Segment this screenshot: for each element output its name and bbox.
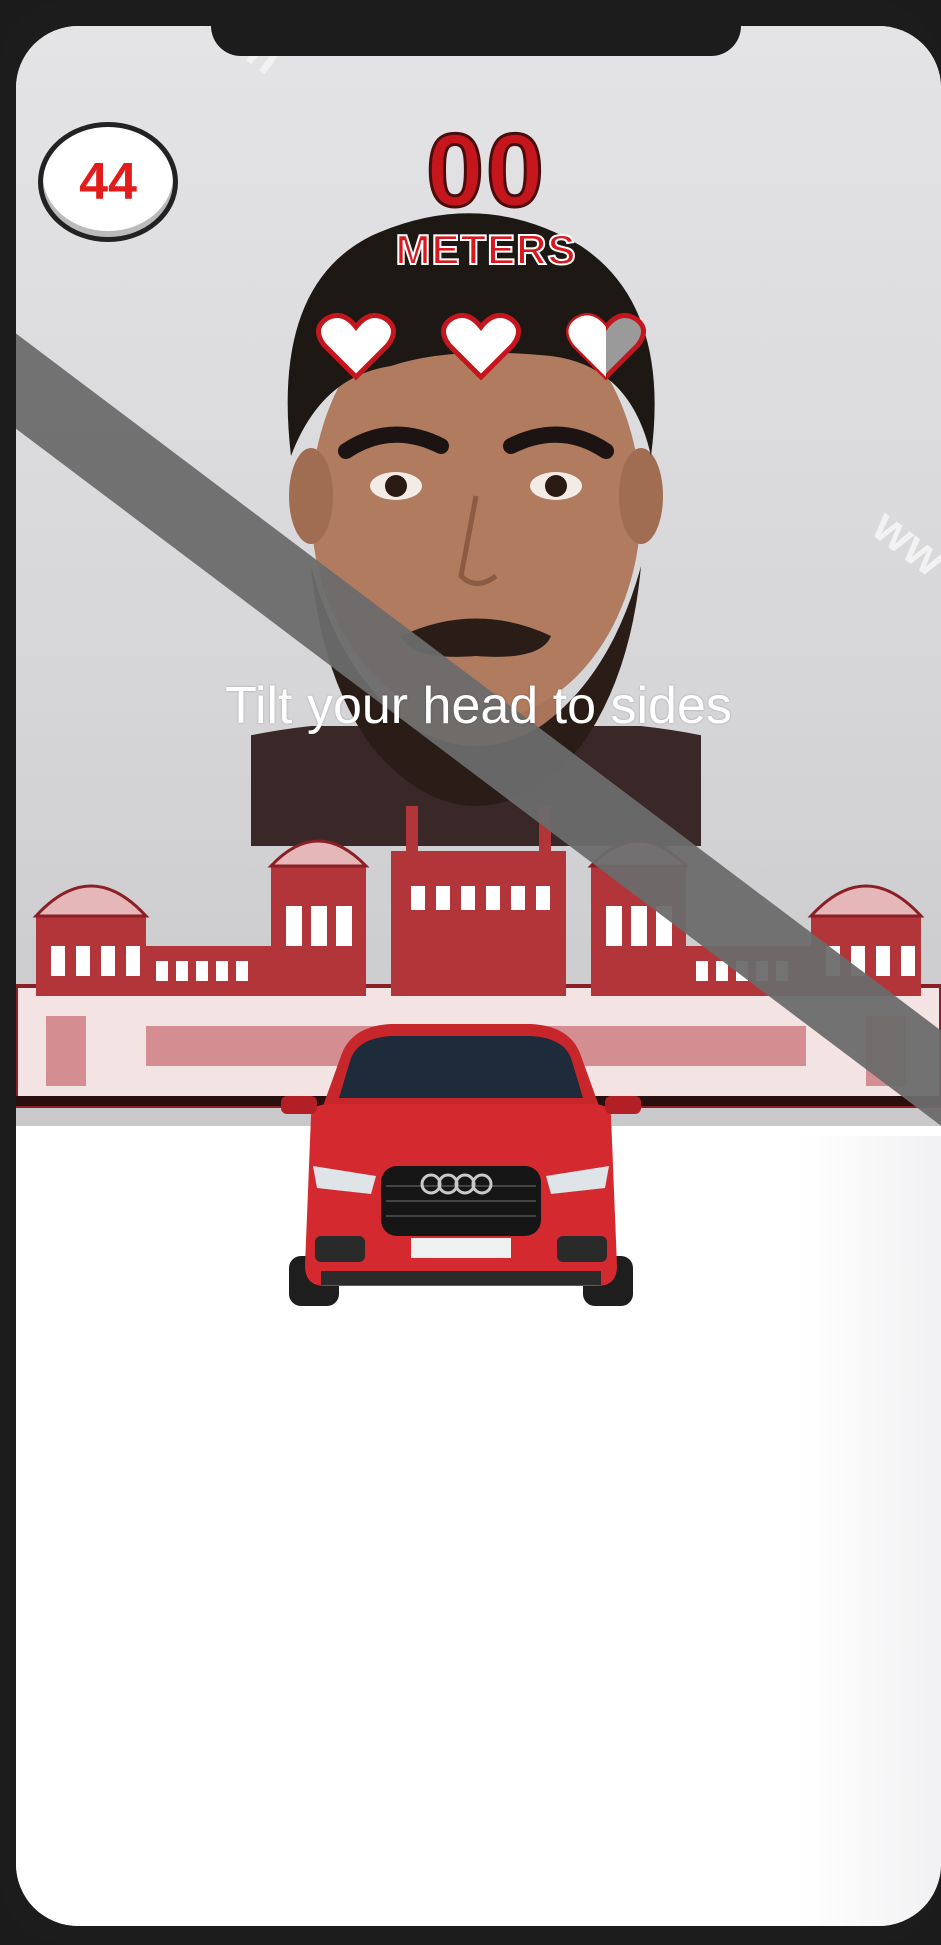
timer-value: 44 xyxy=(79,153,137,211)
countdown-timer: 44 xyxy=(38,122,178,242)
phone-frame: w.in ww 44 00 METERS Tilt your head to s… xyxy=(0,0,941,1945)
lives-indicator xyxy=(316,311,646,381)
distance-counter: 00 METERS xyxy=(336,113,636,275)
distance-value: 00 xyxy=(425,113,546,229)
heart-empty-icon xyxy=(566,312,646,381)
heart-icon xyxy=(441,312,521,381)
phone-notch xyxy=(211,26,741,56)
player-car xyxy=(281,1024,641,1306)
heart-icon xyxy=(316,312,396,381)
game-screen: w.in ww 44 00 METERS Tilt your head to s… xyxy=(16,26,941,1926)
instruction-text: Tilt your head to sides xyxy=(225,677,732,735)
distance-unit: METERS xyxy=(394,225,577,274)
